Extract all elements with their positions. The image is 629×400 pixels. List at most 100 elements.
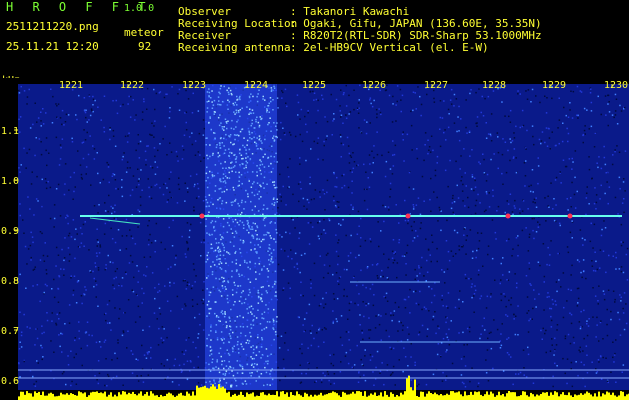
activity-bar — [182, 395, 184, 400]
activity-bar — [374, 392, 376, 400]
time-tick-label: 1225 — [302, 80, 326, 91]
activity-bar — [454, 392, 456, 400]
activity-bar — [526, 395, 528, 400]
activity-bar — [66, 393, 68, 400]
activity-bar — [556, 392, 558, 400]
activity-bar — [482, 396, 484, 400]
spectrogram-plot: 1221 1222 1223 1224 1225 1226 1227 1228 1229 1230… — [0, 78, 629, 400]
activity-bar — [314, 394, 316, 400]
activity-bar — [568, 392, 570, 400]
activity-bar — [280, 391, 282, 400]
activity-bar — [484, 394, 486, 400]
activity-bar — [540, 394, 542, 400]
time-tick-label: 1224 — [244, 80, 268, 91]
time-tick-label: 1229 — [542, 80, 566, 91]
activity-bar — [622, 391, 624, 400]
time-tick-label: 1222 — [120, 80, 144, 91]
activity-bar — [564, 394, 566, 400]
activity-bar — [362, 395, 364, 400]
activity-bar — [390, 392, 392, 400]
activity-bar — [92, 391, 94, 400]
activity-bar — [218, 384, 220, 400]
activity-bar — [512, 392, 514, 400]
activity-bar — [140, 391, 142, 400]
activity-bar — [90, 392, 92, 400]
activity-bar — [114, 394, 116, 400]
activity-bar — [144, 394, 146, 400]
activity-bar — [112, 396, 114, 400]
activity-bar — [532, 394, 534, 400]
activity-bar — [626, 394, 628, 400]
activity-bar — [620, 391, 622, 400]
activity-bar — [598, 391, 600, 400]
activity-bar — [284, 394, 286, 400]
activity-bar — [212, 384, 214, 400]
activity-bar — [594, 393, 596, 400]
activity-bar — [590, 394, 592, 400]
activity-bar — [296, 391, 298, 400]
activity-bar — [560, 394, 562, 400]
activity-bar — [614, 395, 616, 400]
activity-bar — [156, 395, 158, 400]
activity-bar — [464, 391, 466, 400]
activity-bar — [294, 395, 296, 400]
activity-bar — [36, 393, 38, 400]
activity-bar — [412, 390, 414, 400]
activity-bar — [450, 391, 452, 400]
activity-bar — [364, 391, 366, 400]
activity-bar — [324, 394, 326, 400]
activity-bar — [422, 391, 424, 400]
activity-bar — [608, 392, 610, 400]
activity-bar — [518, 396, 520, 400]
activity-bar — [274, 395, 276, 400]
activity-bar — [480, 394, 482, 400]
activity-bar — [528, 396, 530, 400]
freq-tick-label: 1.0 — [1, 176, 19, 187]
activity-bar — [320, 392, 322, 400]
activity-bar — [246, 392, 248, 400]
activity-bar — [432, 394, 434, 400]
activity-bar — [172, 395, 174, 400]
activity-bar — [310, 394, 312, 400]
time-tick-label: 1223 — [182, 80, 206, 91]
activity-bar — [582, 394, 584, 400]
activity-bar — [520, 395, 522, 400]
time-tick-label: 1228 — [482, 80, 506, 91]
activity-bar — [352, 391, 354, 400]
activity-bar — [358, 391, 360, 400]
activity-bar — [410, 387, 412, 400]
activity-bar — [424, 396, 426, 400]
time-tick-label: 1226 — [362, 80, 386, 91]
activity-bar — [154, 395, 156, 400]
activity-bar — [428, 391, 430, 400]
activity-bar — [234, 393, 236, 400]
activity-bar — [252, 392, 254, 400]
activity-bar — [216, 388, 218, 400]
activity-bar — [58, 395, 60, 400]
activity-bar — [576, 395, 578, 400]
activity-bar — [338, 395, 340, 400]
activity-bar — [262, 392, 264, 400]
activity-bar — [438, 395, 440, 400]
activity-bar — [552, 394, 554, 400]
activity-bar — [250, 393, 252, 400]
activity-bar — [290, 392, 292, 400]
activity-bar — [534, 396, 536, 400]
activity-bar — [176, 395, 178, 400]
activity-bar — [376, 396, 378, 400]
activity-bar — [524, 391, 526, 400]
activity-bar — [152, 393, 154, 400]
activity-bar — [54, 396, 56, 400]
activity-bar — [336, 393, 338, 400]
activity-bar — [606, 391, 608, 400]
activity-bar — [404, 391, 406, 400]
activity-bar — [142, 395, 144, 400]
activity-bar — [148, 395, 150, 400]
activity-bar — [50, 392, 52, 400]
activity-bar — [396, 395, 398, 400]
activity-bar — [328, 393, 330, 400]
activity-bar — [530, 392, 532, 400]
time-tick-label: 1221 — [59, 80, 83, 91]
activity-bar — [550, 392, 552, 400]
activity-bar — [190, 395, 192, 400]
